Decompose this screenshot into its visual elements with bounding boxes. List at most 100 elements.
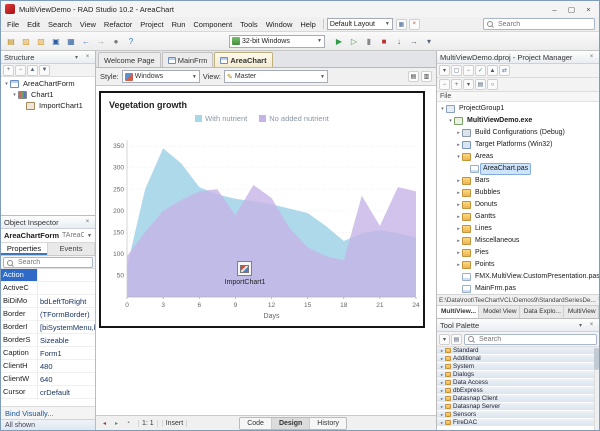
project-options-icon[interactable]: ▾: [422, 34, 436, 48]
property-value[interactable]: (TFormBorder): [38, 310, 95, 319]
menu-refactor[interactable]: Refactor: [100, 17, 136, 32]
expand-all-icon[interactable]: +: [451, 79, 462, 90]
open-file-icon[interactable]: ▧: [34, 34, 48, 48]
tree-item-importchart1[interactable]: ImportChart1: [1, 100, 95, 111]
tree-item-projectgroup1[interactable]: ▾ProjectGroup1: [437, 103, 599, 115]
tree-item-fmx-multiview-custompresentation-pas[interactable]: FMX.MultiView.CustomPresentation.pas: [437, 271, 599, 283]
tree-item-miscellaneous[interactable]: ▸Miscellaneous: [437, 235, 599, 247]
stop-icon[interactable]: ■: [377, 34, 391, 48]
expander-icon[interactable]: ▸: [455, 238, 462, 244]
expander-icon[interactable]: ▾: [439, 106, 446, 112]
modified-indicator-icon[interactable]: ▪: [123, 418, 134, 429]
close-icon[interactable]: ×: [596, 297, 599, 303]
views-list-icon[interactable]: ▤: [408, 71, 419, 82]
refresh-icon[interactable]: ○: [487, 79, 498, 90]
property-row-clientw[interactable]: ClientW640: [1, 373, 95, 386]
property-row-clienth[interactable]: ClientH480: [1, 360, 95, 373]
expander-icon[interactable]: ▸: [455, 250, 462, 256]
view-tab-history[interactable]: History: [310, 418, 346, 429]
expander-icon[interactable]: ▸: [455, 178, 462, 184]
expander-icon[interactable]: ▸: [455, 226, 462, 232]
close-icon[interactable]: ×: [587, 322, 596, 329]
tool-palette-search-input[interactable]: [479, 336, 593, 343]
tree-item-bars[interactable]: ▸Bars: [437, 175, 599, 187]
pm-tab-model-view[interactable]: Model View: [479, 306, 520, 318]
new-project-icon[interactable]: ▢: [451, 65, 462, 76]
property-row-activec[interactable]: ActiveC: [1, 282, 95, 295]
collapse-all-icon[interactable]: −: [15, 65, 26, 76]
property-value[interactable]: bdLeftToRight: [38, 297, 95, 306]
step-over-icon[interactable]: →: [407, 34, 421, 48]
menu-file[interactable]: File: [3, 17, 23, 32]
tab-welcome-page[interactable]: Welcome Page: [98, 52, 161, 67]
tree-item-areas[interactable]: ▾Areas: [437, 151, 599, 163]
property-row-bidimo[interactable]: BiDiMobdLeftToRight: [1, 295, 95, 308]
new-items-icon[interactable]: ▤: [4, 34, 18, 48]
tree-item-mainfrm-pas[interactable]: MainFrm.pas: [437, 283, 599, 294]
tree-item-gantts[interactable]: ▸Gantts: [437, 211, 599, 223]
oi-tab-properties[interactable]: Properties: [1, 243, 48, 255]
sync-editor-icon[interactable]: ⇄: [499, 65, 510, 76]
expander-icon[interactable]: ▾: [447, 118, 454, 124]
tree-item-target-platforms-win32[interactable]: ▸Target Platforms (Win32): [437, 139, 599, 151]
tree-item-bubbles[interactable]: ▸Bubbles: [437, 187, 599, 199]
expander-icon[interactable]: ▾: [455, 154, 462, 160]
property-row-caption[interactable]: CaptionForm1: [1, 347, 95, 360]
view-tab-design[interactable]: Design: [272, 418, 310, 429]
pm-tab-multiview[interactable]: MultiView: [564, 306, 599, 318]
property-row-cursor[interactable]: CursorcrDefault: [1, 386, 95, 399]
property-row-borderi[interactable]: BorderI[biSystemMenu,biM: [1, 321, 95, 334]
expander-icon[interactable]: ▸: [455, 262, 462, 268]
property-search-input[interactable]: [18, 259, 89, 266]
tree-item-pies[interactable]: ▸Pies: [437, 247, 599, 259]
tool-palette-search-box[interactable]: [464, 334, 597, 345]
palette-filter-icon[interactable]: ▤: [451, 334, 462, 345]
import-chart-component[interactable]: [237, 261, 252, 276]
activate-project-icon[interactable]: ✓: [475, 65, 486, 76]
tree-item-points[interactable]: ▸Points: [437, 259, 599, 271]
open-project-icon[interactable]: ▨: [19, 34, 33, 48]
pm-menu-icon[interactable]: ▾: [439, 65, 450, 76]
property-row-action[interactable]: Action: [1, 269, 95, 282]
search-input[interactable]: [498, 21, 591, 28]
menu-project[interactable]: Project: [136, 17, 167, 32]
save-layout-icon[interactable]: ▦: [396, 19, 407, 30]
bind-visually-button[interactable]: Bind Visually...: [1, 406, 95, 419]
pin-icon[interactable]: ▾: [72, 54, 81, 61]
close-icon[interactable]: ×: [587, 54, 596, 60]
tp-category-system[interactable]: ▸System: [437, 363, 599, 371]
tab-areachart[interactable]: AreaChart: [214, 52, 272, 67]
style-combo[interactable]: Windows ▼: [122, 70, 200, 83]
menu-window[interactable]: Window: [262, 17, 297, 32]
move-down-icon[interactable]: ▼: [39, 65, 50, 76]
expander-icon[interactable]: ▸: [455, 190, 462, 196]
pin-icon[interactable]: ▾: [576, 322, 585, 329]
menu-help[interactable]: Help: [296, 17, 319, 32]
minimize-button[interactable]: –: [546, 3, 563, 16]
palette-menu-icon[interactable]: ▾: [439, 334, 450, 345]
find-icon[interactable]: ●: [109, 34, 123, 48]
expand-all-icon[interactable]: +: [3, 65, 14, 76]
tree-item-areachart-pas[interactable]: AreaChart.pas: [437, 163, 599, 175]
expander-icon[interactable]: ▸: [455, 142, 462, 148]
tree-item-chart1[interactable]: ▾Chart1: [1, 89, 95, 100]
tp-category-dbexpress[interactable]: ▸dbExpress: [437, 387, 599, 395]
property-value[interactable]: [biSystemMenu,biM: [38, 323, 95, 332]
view-combo[interactable]: ✎ Master ▼: [224, 70, 328, 83]
object-selector-combo[interactable]: AreaChartForm TAreaChartF ▼: [1, 229, 95, 243]
remove-project-icon[interactable]: −: [463, 65, 474, 76]
tp-category-additional[interactable]: ▸Additional: [437, 355, 599, 363]
close-icon[interactable]: ×: [83, 219, 92, 225]
menu-view[interactable]: View: [76, 17, 100, 32]
delete-layout-icon[interactable]: ×: [409, 19, 420, 30]
target-platform-combo[interactable]: 32-bit Windows ▼: [229, 35, 325, 48]
property-value[interactable]: Sizeable: [38, 336, 95, 345]
trace-into-icon[interactable]: ↓: [392, 34, 406, 48]
property-value[interactable]: crDefault: [38, 388, 95, 397]
nav-forward-icon[interactable]: ▸: [111, 418, 122, 429]
build-project-icon[interactable]: ▲: [487, 65, 498, 76]
property-value[interactable]: 640: [38, 375, 95, 384]
scrollbar-thumb[interactable]: [594, 348, 599, 370]
tree-item-lines[interactable]: ▸Lines: [437, 223, 599, 235]
expander-icon[interactable]: ▸: [455, 202, 462, 208]
